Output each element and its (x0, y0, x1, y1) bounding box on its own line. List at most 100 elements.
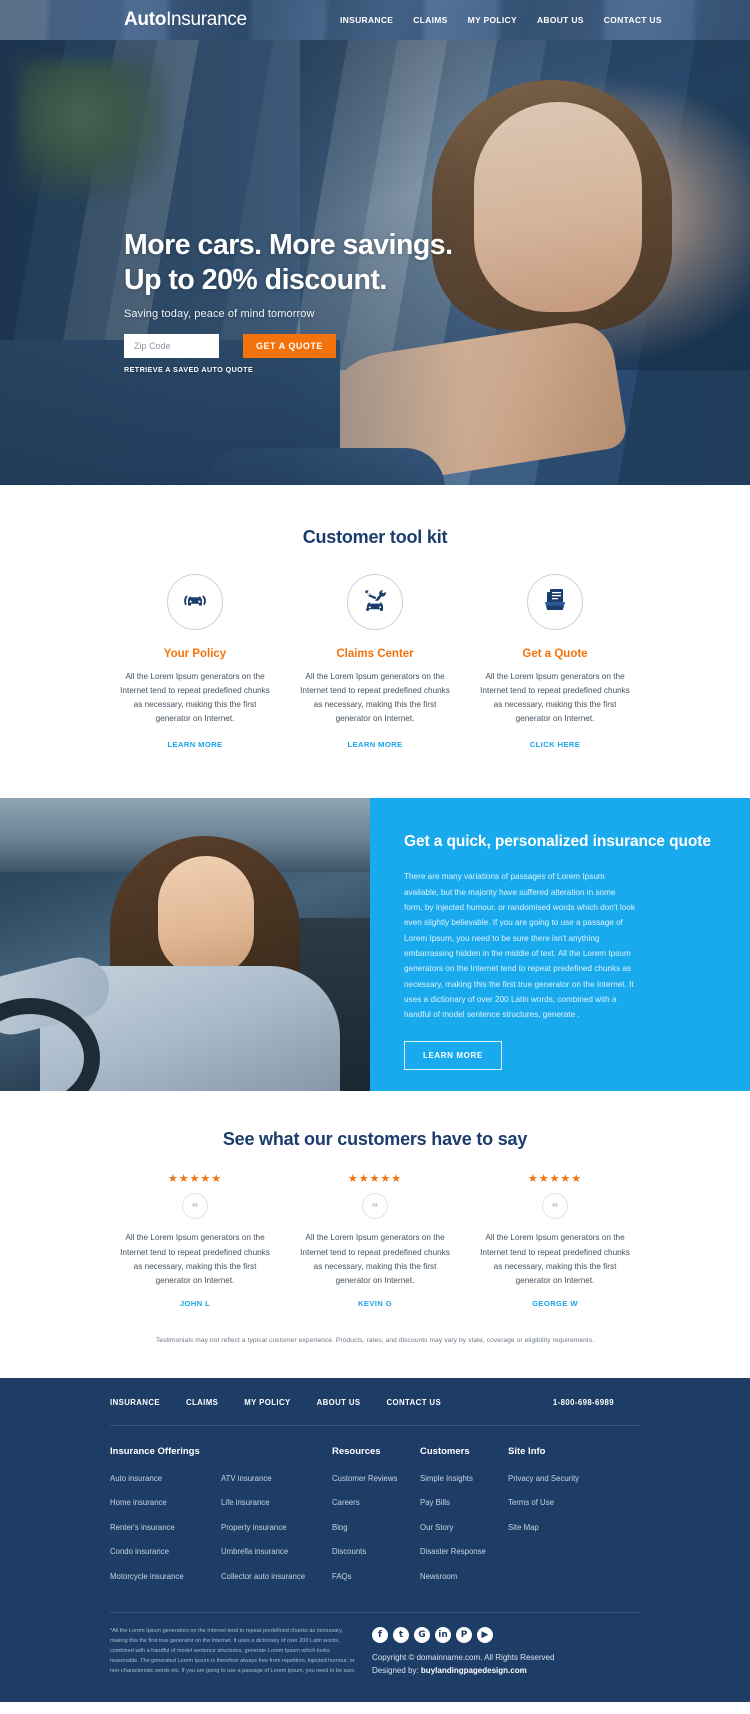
linkedin-icon[interactable]: in (435, 1627, 451, 1644)
nav-item-insurance[interactable]: INSURANCE (340, 15, 393, 25)
toolkit-card-your-policy[interactable]: Your Policy All the Lorem Ipsum generato… (110, 574, 280, 752)
footer-link[interactable]: Our Story (420, 1523, 453, 1532)
footer-link[interactable]: Home insurance (110, 1498, 167, 1507)
rating-stars-icon: ★★★★★ (347, 1173, 403, 1186)
get-a-quote-button[interactable]: GET A QUOTE (243, 333, 336, 358)
testimonial-card: ★★★★★ “ All the Lorem Ipsum generators o… (290, 1172, 460, 1310)
footer-link[interactable]: Condo insurance (110, 1547, 169, 1556)
zip-code-input[interactable] (124, 333, 219, 358)
toolkit-card-title: Get a Quote (522, 648, 588, 660)
footer-link[interactable]: Renter's insurance (110, 1523, 175, 1532)
social-links: f t G in P ▶ (372, 1627, 554, 1644)
twitter-icon[interactable]: t (393, 1627, 409, 1644)
testimonial-card: ★★★★★ “ All the Lorem Ipsum generators o… (470, 1172, 640, 1310)
footer-nav-contact-us[interactable]: CONTACT US (387, 1398, 442, 1407)
footer-fine-print: *All the Lorem Ipsum generators on the I… (110, 1628, 356, 1674)
footer-link[interactable]: Property insurance (221, 1523, 286, 1532)
nav-item-about-us[interactable]: ABOUT US (537, 15, 584, 25)
site-logo[interactable]: AutoInsurance (124, 9, 247, 31)
toolkit-card-title: Your Policy (163, 648, 227, 660)
car-wrench-icon (361, 587, 389, 618)
toolkit-icon-circle (167, 574, 223, 630)
footer-nav-about-us[interactable]: ABOUT US (317, 1398, 361, 1407)
footer-phone-number[interactable]: 1-800-698-6989 (553, 1398, 614, 1407)
testimonial-text: All the Lorem Ipsum generators on the In… (300, 1233, 450, 1285)
toolkit-icon-circle (527, 574, 583, 630)
toolkit-card-claims-center[interactable]: Claims Center All the Lorem Ipsum genera… (290, 574, 460, 752)
footer-column-insurance-offerings: Insurance Offerings Auto insurance Home … (110, 1446, 332, 1591)
hero-section: More cars. More savings. Up to 20% disco… (0, 40, 750, 485)
footer-link[interactable]: Site Map (508, 1523, 539, 1532)
testimonial-text: All the Lorem Ipsum generators on the In… (120, 1233, 270, 1285)
footer-link[interactable]: Pay Bills (420, 1498, 450, 1507)
copyright-text: Copyright © domainname.com. All Rights R… (372, 1653, 555, 1663)
footer-link[interactable]: Collector auto insurance (221, 1572, 305, 1581)
footer-column-customers: Customers Simple Insights Pay Bills Our … (420, 1446, 508, 1591)
quote-mark-icon: “ (182, 1193, 208, 1220)
rating-stars-icon: ★★★★★ (527, 1173, 583, 1186)
customer-toolkit-section: Customer tool kit Your Policy All the Lo… (0, 485, 750, 799)
footer-link[interactable]: Customer Reviews (332, 1474, 397, 1483)
footer-column-site-info: Site Info Privacy and Security Terms of … (508, 1446, 618, 1591)
retrieve-saved-quote-link[interactable]: RETRIEVE A SAVED AUTO QUOTE (124, 365, 253, 374)
toolkit-card-text: All the Lorem Ipsum generators on the In… (120, 672, 270, 724)
quote-mark-icon: “ (362, 1193, 388, 1220)
quote-promo-heading: Get a quick, personalized insurance quot… (404, 833, 711, 851)
testimonial-author[interactable]: GEORGE W (532, 1299, 578, 1308)
footer-column-heading: Insurance Offerings (110, 1445, 200, 1457)
footer-column-resources: Resources Customer Reviews Careers Blog … (332, 1446, 420, 1591)
nav-item-my-policy[interactable]: MY POLICY (468, 15, 517, 25)
footer-link[interactable]: Life insurance (221, 1498, 270, 1507)
footer-nav-my-policy[interactable]: MY POLICY (244, 1398, 290, 1407)
footer-link[interactable]: Newsroom (420, 1572, 457, 1581)
footer-link[interactable]: Motorcycle insurance (110, 1572, 184, 1581)
footer-link[interactable]: Umbrella insurance (221, 1547, 288, 1556)
toolkit-card-text: All the Lorem Ipsum generators on the In… (480, 672, 630, 724)
footer-nav-claims[interactable]: CLAIMS (186, 1398, 218, 1407)
landing-page: AutoInsurance INSURANCE CLAIMS MY POLICY… (0, 0, 750, 1714)
footer-link[interactable]: Blog (332, 1523, 348, 1532)
testimonials-title: See what our customers have to say (222, 1129, 528, 1150)
quote-mark-icon: “ (542, 1193, 568, 1220)
site-header: AutoInsurance INSURANCE CLAIMS MY POLICY… (0, 0, 750, 40)
toolkit-card-get-a-quote[interactable]: Get a Quote All the Lorem Ipsum generato… (470, 574, 640, 752)
footer-link[interactable]: ATV insurance (221, 1474, 272, 1483)
documents-folder-icon (542, 587, 568, 618)
toolkit-card-title: Claims Center (336, 648, 414, 660)
designed-by-link[interactable]: buylandingpagedesign.com (421, 1666, 527, 1675)
hero-headline-line-1: More cars. More savings. (124, 229, 453, 261)
toolkit-cards: Your Policy All the Lorem Ipsum generato… (0, 574, 750, 752)
footer-link[interactable]: FAQs (332, 1572, 352, 1581)
nav-item-contact-us[interactable]: CONTACT US (604, 15, 662, 25)
testimonial-author[interactable]: KEVIN G (358, 1299, 392, 1308)
footer-link[interactable]: Simple Insights (420, 1474, 473, 1483)
youtube-icon[interactable]: ▶ (477, 1627, 493, 1644)
quote-promo-photo (0, 798, 370, 1092)
logo-light-text: Insurance (166, 9, 247, 30)
toolkit-card-link[interactable]: LEARN MORE (167, 740, 222, 749)
site-footer: INSURANCE CLAIMS MY POLICY ABOUT US CONT… (0, 1377, 750, 1703)
footer-link[interactable]: Terms of Use (508, 1498, 554, 1507)
facebook-icon[interactable]: f (372, 1627, 388, 1644)
testimonial-cards: ★★★★★ “ All the Lorem Ipsum generators o… (0, 1172, 750, 1310)
footer-link[interactable]: Auto insurance (110, 1474, 162, 1483)
pinterest-icon[interactable]: P (456, 1627, 472, 1644)
footer-link[interactable]: Careers (332, 1498, 360, 1507)
footer-link[interactable]: Discounts (332, 1547, 366, 1556)
hero-headline: More cars. More savings. Up to 20% disco… (124, 228, 453, 298)
testimonial-author[interactable]: JOHN L (180, 1299, 210, 1308)
logo-bold-text: Auto (124, 9, 167, 30)
quote-promo-body: There are many variations of passages of… (404, 872, 635, 1020)
quote-promo-learn-more-button[interactable]: LEARN MORE (404, 1040, 502, 1070)
toolkit-card-link[interactable]: CLICK HERE (530, 740, 580, 749)
footer-column-heading: Resources (332, 1445, 381, 1457)
footer-link[interactable]: Disaster Response (420, 1547, 486, 1556)
google-plus-icon[interactable]: G (414, 1627, 430, 1644)
footer-link[interactable]: Privacy and Security (508, 1474, 579, 1483)
nav-item-claims[interactable]: CLAIMS (413, 15, 447, 25)
toolkit-card-link[interactable]: LEARN MORE (347, 740, 402, 749)
footer-nav-insurance[interactable]: INSURANCE (110, 1398, 160, 1407)
designed-by-prefix: Designed by: (372, 1666, 421, 1676)
testimonials-disclaimer: Testimonials may not reflect a typical c… (155, 1336, 595, 1344)
designed-by-line: Designed by: buylandingpagedesign.com (372, 1666, 554, 1675)
